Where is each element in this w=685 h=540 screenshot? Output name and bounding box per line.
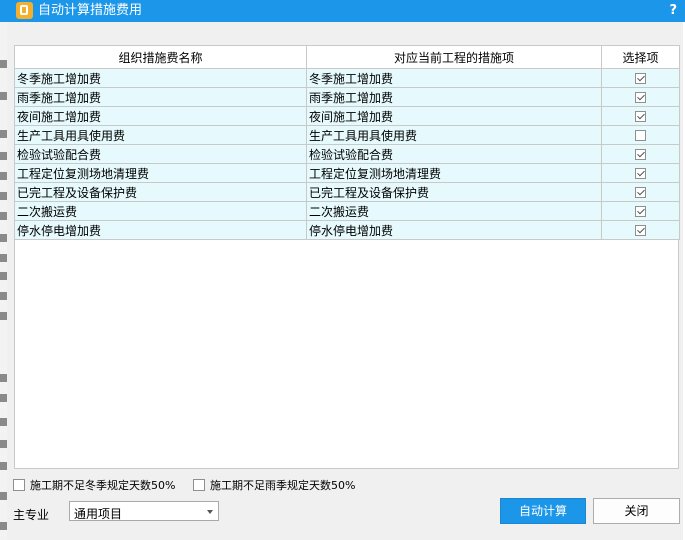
row-select-checkbox[interactable]	[635, 130, 646, 141]
select-cell	[601, 106, 680, 126]
column-header-select: 选择项	[601, 45, 680, 69]
select-cell	[601, 182, 680, 202]
chevron-down-icon[interactable]	[207, 510, 213, 514]
measure-item-cell[interactable]: 二次搬运费	[306, 201, 602, 221]
winter-short-checkbox[interactable]	[13, 479, 25, 491]
measure-item-cell[interactable]: 检验试验配合费	[306, 144, 602, 164]
measure-item-cell[interactable]: 工程定位复测场地清理费	[306, 163, 602, 183]
row-select-checkbox[interactable]	[635, 111, 646, 122]
main-specialty-select[interactable]: 通用项目	[69, 501, 219, 521]
row-select-checkbox[interactable]	[635, 225, 646, 236]
auto-calculate-button[interactable]: 自动计算	[500, 498, 586, 524]
measure-item-cell[interactable]: 夜间施工增加费	[306, 106, 602, 126]
table-row[interactable]: 冬季施工增加费 冬季施工增加费	[14, 68, 680, 88]
measure-name-cell: 冬季施工增加费	[14, 68, 307, 88]
measure-name-cell: 已完工程及设备保护费	[14, 182, 307, 202]
measure-name-cell: 二次搬运费	[14, 201, 307, 221]
rainy-short-checkbox[interactable]	[193, 479, 205, 491]
table-row[interactable]: 检验试验配合费 检验试验配合费	[14, 144, 680, 164]
app-icon	[16, 2, 33, 19]
dialog-body: 组织措施费名称 对应当前工程的措施项 选择项 冬季施工增加费 冬季施工增加费 雨季施…	[7, 22, 683, 540]
main-specialty-value: 通用项目	[74, 507, 123, 521]
title-bar: 自动计算措施费用 ?	[0, 0, 685, 22]
winter-short-label: 施工期不足冬季规定天数50%	[30, 479, 176, 492]
table-header-row: 组织措施费名称 对应当前工程的措施项 选择项	[14, 45, 680, 69]
measure-name-cell: 工程定位复测场地清理费	[14, 163, 307, 183]
measure-item-cell[interactable]: 已完工程及设备保护费	[306, 182, 602, 202]
table-row[interactable]: 夜间施工增加费 夜间施工增加费	[14, 106, 680, 126]
table-row[interactable]: 已完工程及设备保护费 已完工程及设备保护费	[14, 182, 680, 202]
row-select-checkbox[interactable]	[635, 73, 646, 84]
row-select-checkbox[interactable]	[635, 206, 646, 217]
measure-name-cell: 生产工具用具使用费	[14, 125, 307, 145]
row-select-checkbox[interactable]	[635, 168, 646, 179]
measure-name-cell: 停水停电增加费	[14, 220, 307, 240]
measures-table: 组织措施费名称 对应当前工程的措施项 选择项 冬季施工增加费 冬季施工增加费 雨季施…	[14, 45, 680, 469]
row-select-checkbox[interactable]	[635, 92, 646, 103]
table-row[interactable]: 二次搬运费 二次搬运费	[14, 201, 680, 221]
select-cell	[601, 68, 680, 88]
close-button[interactable]: 关闭	[593, 498, 680, 524]
rainy-short-option[interactable]: 施工期不足雨季规定天数50%	[193, 477, 355, 493]
select-cell	[601, 125, 680, 145]
select-cell	[601, 201, 680, 221]
table-row[interactable]: 工程定位复测场地清理费 工程定位复测场地清理费	[14, 163, 680, 183]
window-title: 自动计算措施费用	[38, 3, 143, 18]
help-button[interactable]: ?	[669, 2, 677, 19]
select-cell	[601, 220, 680, 240]
table-row[interactable]: 生产工具用具使用费 生产工具用具使用费	[14, 125, 680, 145]
select-cell	[601, 87, 680, 107]
select-cell	[601, 144, 680, 164]
measure-name-cell: 夜间施工增加费	[14, 106, 307, 126]
table-row[interactable]: 雨季施工增加费 雨季施工增加费	[14, 87, 680, 107]
measure-item-cell[interactable]: 停水停电增加费	[306, 220, 602, 240]
measure-item-cell[interactable]: 冬季施工增加费	[306, 68, 602, 88]
select-cell	[601, 163, 680, 183]
measure-item-cell[interactable]: 生产工具用具使用费	[306, 125, 602, 145]
column-header-item: 对应当前工程的措施项	[306, 45, 602, 69]
winter-short-option[interactable]: 施工期不足冬季规定天数50%	[13, 477, 175, 493]
measure-item-cell[interactable]: 雨季施工增加费	[306, 87, 602, 107]
column-header-name: 组织措施费名称	[14, 45, 307, 69]
row-select-checkbox[interactable]	[635, 149, 646, 160]
measure-name-cell: 雨季施工增加费	[14, 87, 307, 107]
table-row[interactable]: 停水停电增加费 停水停电增加费	[14, 220, 680, 240]
row-select-checkbox[interactable]	[635, 187, 646, 198]
rainy-short-label: 施工期不足雨季规定天数50%	[210, 479, 356, 492]
measure-name-cell: 检验试验配合费	[14, 144, 307, 164]
main-specialty-label: 主专业	[13, 508, 50, 522]
